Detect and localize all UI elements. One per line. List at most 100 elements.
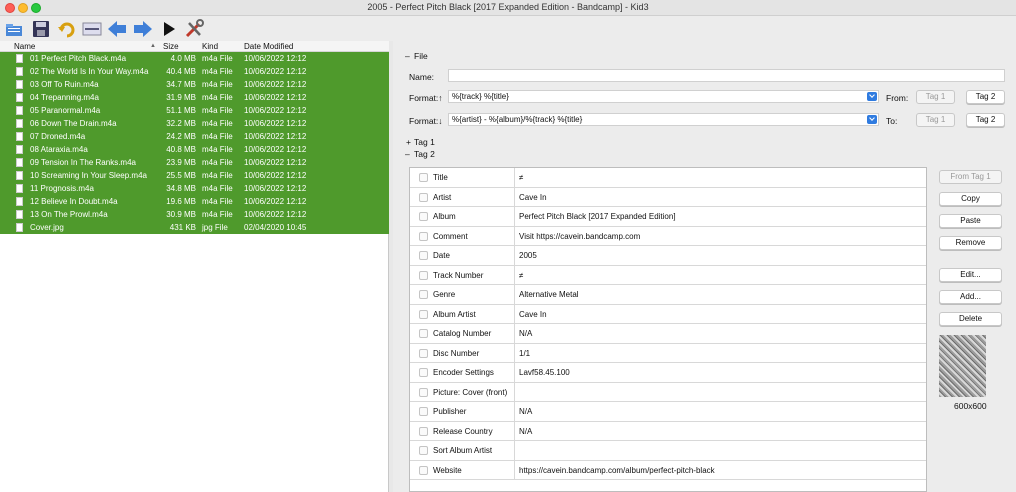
file-row[interactable]: 06 Down The Drain.m4a 32.2 MB m4a File 10/0… xyxy=(0,117,389,130)
audio-file-icon xyxy=(16,106,23,115)
file-row[interactable]: 13 On The Prowl.m4a 30.9 MB m4a File 10/06/… xyxy=(0,208,389,221)
frame-checkbox[interactable] xyxy=(419,192,428,202)
file-row[interactable]: 08 Ataraxia.m4a 40.8 MB m4a File 10/06/2022… xyxy=(0,143,389,156)
name-field[interactable] xyxy=(448,69,1005,82)
file-row[interactable]: 12 Believe In Doubt.m4a 19.6 MB m4a File 10… xyxy=(0,195,389,208)
frame-checkbox[interactable] xyxy=(419,407,428,416)
to-tag1-button[interactable]: Tag 1 xyxy=(916,113,955,127)
paste-button[interactable]: Paste xyxy=(939,214,1002,228)
frame-checkbox[interactable] xyxy=(419,348,428,358)
file-name: Cover.jpg xyxy=(30,223,64,232)
cover-art-image[interactable] xyxy=(939,335,986,397)
frame-value[interactable]: ≠ xyxy=(519,173,523,182)
format-up-combo[interactable]: %{track} %{title} xyxy=(448,90,879,103)
tag2-section-toggle[interactable]: – xyxy=(405,149,410,159)
frame-checkbox[interactable] xyxy=(419,465,428,475)
file-kind: m4a File xyxy=(202,54,233,63)
frame-value[interactable]: Cave In xyxy=(519,310,547,319)
frame-checkbox[interactable] xyxy=(419,270,428,280)
from-tag1-button[interactable]: Tag 1 xyxy=(916,90,955,104)
frame-row[interactable]: Genre Alternative Metal xyxy=(410,285,926,305)
frame-checkbox[interactable] xyxy=(419,329,428,338)
frame-row[interactable]: Encoder Settings Lavf58.45.100 xyxy=(410,363,926,383)
frame-row[interactable]: Comment Visit https://cavein.bandcamp.com xyxy=(410,226,926,246)
file-row[interactable]: 05 Paranormal.m4a 51.1 MB m4a File 10/06/20… xyxy=(0,104,389,117)
file-section-toggle[interactable]: – xyxy=(405,51,410,61)
frame-value[interactable]: 1/1 xyxy=(519,349,530,358)
frame-value[interactable]: N/A xyxy=(519,329,532,338)
file-row[interactable]: 04 Trepanning.m4a 31.9 MB m4a File 10/06/20… xyxy=(0,91,389,104)
frame-row[interactable]: Date 2005 xyxy=(410,246,926,266)
previous-icon[interactable] xyxy=(107,19,127,39)
header-date-modified[interactable]: Date Modified xyxy=(244,42,293,51)
frame-row[interactable]: Sort Album Artist xyxy=(410,441,926,461)
frame-row[interactable]: Catalog Number N/A xyxy=(410,324,926,344)
file-row[interactable]: 07 Droned.m4a 24.2 MB m4a File 10/06/2022 1… xyxy=(0,130,389,143)
frame-value[interactable]: Lavf58.45.100 xyxy=(519,368,570,377)
audio-file-icon xyxy=(16,210,23,219)
file-row[interactable]: Cover.jpg 431 KB jpg File 02/04/2020 10:45 xyxy=(0,221,389,234)
header-kind[interactable]: Kind xyxy=(202,42,218,51)
from-tag1-frames-button[interactable]: From Tag 1 xyxy=(939,170,1002,184)
frame-checkbox[interactable] xyxy=(419,446,428,455)
to-tag2-button[interactable]: Tag 2 xyxy=(966,113,1005,127)
chevron-down-icon[interactable] xyxy=(867,92,877,101)
frame-checkbox[interactable] xyxy=(419,173,428,182)
frame-row[interactable]: Title ≠ xyxy=(410,168,926,188)
header-size[interactable]: Size xyxy=(163,42,179,51)
frame-value[interactable]: Alternative Metal xyxy=(519,290,579,299)
frame-checkbox[interactable] xyxy=(419,251,428,260)
from-tag2-button[interactable]: Tag 2 xyxy=(966,90,1005,104)
frame-row[interactable]: Picture: Cover (front) xyxy=(410,382,926,402)
remove-button[interactable]: Remove xyxy=(939,236,1002,250)
delete-button[interactable]: Delete xyxy=(939,312,1002,326)
frame-row[interactable]: Album Perfect Pitch Black [2017 Expanded … xyxy=(410,207,926,227)
file-kind: m4a File xyxy=(202,106,233,115)
frame-value[interactable]: 2005 xyxy=(519,251,537,260)
add-button[interactable]: Add... xyxy=(939,290,1002,304)
frame-checkbox[interactable] xyxy=(419,368,428,377)
file-row[interactable]: 02 The World Is In Your Way.m4a 40.4 MB m4… xyxy=(0,65,389,78)
file-row[interactable]: 01 Perfect Pitch Black.m4a 4.0 MB m4a File… xyxy=(0,52,389,65)
frame-checkbox[interactable] xyxy=(419,212,428,221)
frame-row[interactable]: Website https://cavein.bandcamp.com/album… xyxy=(410,460,926,480)
settings-icon[interactable] xyxy=(82,19,102,39)
file-name: 10 Screaming In Your Sleep.m4a xyxy=(30,171,147,180)
chevron-down-icon[interactable] xyxy=(867,115,877,124)
frame-value[interactable]: Perfect Pitch Black [2017 Expanded Editi… xyxy=(519,212,676,221)
frame-checkbox[interactable] xyxy=(419,426,428,436)
file-row[interactable]: 03 Off To Ruin.m4a 34.7 MB m4a File 10/06/2… xyxy=(0,78,389,91)
format-down-combo[interactable]: %{artist} - %{album}/%{track} %{title} xyxy=(448,113,879,126)
frame-value[interactable]: Visit https://cavein.bandcamp.com xyxy=(519,232,640,241)
revert-icon[interactable] xyxy=(56,19,76,39)
frame-value[interactable]: ≠ xyxy=(519,271,523,280)
frame-row[interactable]: Disc Number 1/1 xyxy=(410,343,926,363)
frame-value[interactable]: https://cavein.bandcamp.com/album/perfec… xyxy=(519,466,715,475)
edit-button[interactable]: Edit... xyxy=(939,268,1002,282)
file-row[interactable]: 11 Prognosis.m4a 34.8 MB m4a File 10/06/202… xyxy=(0,182,389,195)
frame-value[interactable]: N/A xyxy=(519,427,532,436)
save-icon[interactable] xyxy=(31,19,51,39)
next-icon[interactable] xyxy=(133,19,153,39)
frame-checkbox[interactable] xyxy=(419,387,428,397)
frame-row[interactable]: Release Country N/A xyxy=(410,421,926,441)
play-icon[interactable] xyxy=(159,19,179,39)
frame-row[interactable]: Track Number ≠ xyxy=(410,265,926,285)
open-folder-icon[interactable] xyxy=(4,19,24,39)
tag1-section-toggle[interactable]: + xyxy=(406,137,411,147)
frame-row[interactable]: Album Artist Cave In xyxy=(410,304,926,324)
frame-row[interactable]: Publisher N/A xyxy=(410,402,926,422)
frame-checkbox[interactable] xyxy=(419,290,428,299)
frame-value[interactable]: N/A xyxy=(519,407,532,416)
frame-name: Title xyxy=(433,173,448,182)
file-row[interactable]: 10 Screaming In Your Sleep.m4a 25.5 MB m4a… xyxy=(0,169,389,182)
copy-button[interactable]: Copy xyxy=(939,192,1002,206)
header-name[interactable]: Name xyxy=(14,42,35,51)
file-row[interactable]: 09 Tension In The Ranks.m4a 23.9 MB m4a Fi… xyxy=(0,156,389,169)
file-size: 51.1 MB xyxy=(166,106,196,115)
frame-row[interactable]: Artist Cave In xyxy=(410,187,926,207)
frame-value[interactable]: Cave In xyxy=(519,193,547,202)
frame-checkbox[interactable] xyxy=(419,231,428,241)
tools-icon[interactable] xyxy=(184,19,204,39)
frame-checkbox[interactable] xyxy=(419,309,428,319)
